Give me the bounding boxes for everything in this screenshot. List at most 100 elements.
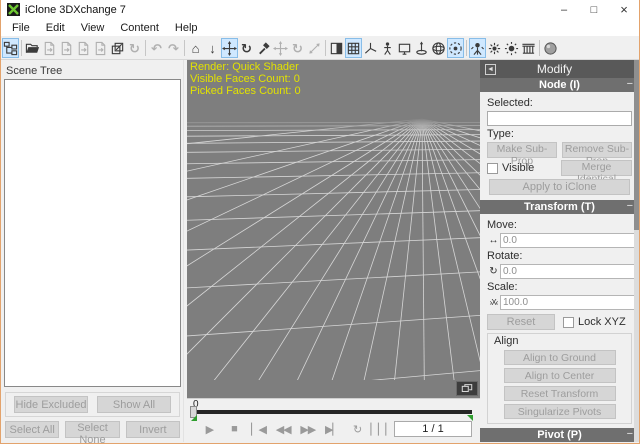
selected-node-field[interactable] xyxy=(487,111,632,126)
type-label: Type: xyxy=(487,128,632,140)
prev-frame-button[interactable]: ◀◀ xyxy=(271,423,296,436)
image-plane-icon[interactable] xyxy=(396,38,413,58)
home-view-icon[interactable]: ⌂ xyxy=(187,38,204,58)
remove-sub-prop-button[interactable]: Remove Sub-Prop xyxy=(562,142,632,158)
show-all-button[interactable]: Show All xyxy=(97,396,171,413)
redo-icon[interactable]: ↷ xyxy=(165,38,182,58)
reset-button[interactable]: Reset xyxy=(487,314,555,330)
menu-edit[interactable]: Edit xyxy=(38,20,73,36)
transform-group-label: Move: xyxy=(487,219,632,231)
lock-xyz-checkbox[interactable] xyxy=(563,317,574,328)
transform-section-header[interactable]: Transform (T) − xyxy=(480,200,639,214)
stop-button[interactable]: ■ xyxy=(222,423,247,435)
invert-button[interactable]: Invert xyxy=(126,421,180,438)
open-file-icon[interactable] xyxy=(24,38,41,58)
export-file-icon-2[interactable] xyxy=(58,38,75,58)
move-object-icon[interactable] xyxy=(272,38,289,58)
textures-icon[interactable] xyxy=(109,38,126,58)
close-button[interactable]: × xyxy=(609,0,639,19)
drop-to-ground-icon[interactable]: ↓ xyxy=(204,38,221,58)
toolbar-separator xyxy=(539,40,540,56)
maximize-button[interactable]: □ xyxy=(579,0,609,19)
reset-transform-button[interactable]: Reset Transform xyxy=(504,386,616,401)
scrollbar-thumb[interactable] xyxy=(634,60,639,230)
export-file-icon-3[interactable] xyxy=(75,38,92,58)
rotate-tool-icon[interactable]: ↻ xyxy=(238,38,255,58)
pivot-section-header[interactable]: Pivot (P) − xyxy=(480,428,639,442)
hide-excluded-button[interactable]: Hide Excluded xyxy=(14,396,88,413)
speed-button[interactable]: ▏▏▏ xyxy=(369,423,394,436)
stage-icon[interactable] xyxy=(520,38,537,58)
select-all-button[interactable]: Select All xyxy=(5,421,59,438)
menu-help[interactable]: Help xyxy=(167,20,206,36)
scale-object-icon[interactable] xyxy=(306,38,323,58)
first-frame-button[interactable]: ▏◀ xyxy=(246,423,271,436)
menu-view[interactable]: View xyxy=(73,20,113,36)
node-collapse-icon[interactable]: − xyxy=(627,78,633,90)
playback-bar: 0 ▶■▏◀◀◀▶▶▶▏↻▏▏▏1 / 1 xyxy=(187,398,480,442)
viewport-3d[interactable]: Render: Quick Shader Visible Faces Count… xyxy=(187,60,480,398)
loop-button[interactable]: ↻ xyxy=(345,423,370,436)
move-tool-icon[interactable] xyxy=(221,38,238,58)
export-file-icon-4[interactable] xyxy=(92,38,109,58)
next-frame-button[interactable]: ▶▶ xyxy=(296,423,321,436)
apply-to-iclone-button[interactable]: Apply to iClone xyxy=(489,179,630,195)
toolbar-separator xyxy=(466,40,467,56)
material-ball-icon[interactable] xyxy=(542,38,559,58)
camera-orbit-icon[interactable] xyxy=(447,38,464,58)
viewport-overlay: Render: Quick Shader Visible Faces Count… xyxy=(190,61,301,97)
rotate-object-icon[interactable]: ↻ xyxy=(289,38,306,58)
modify-panel: ◄ Modify Node (I) − Selected: Type: Make… xyxy=(480,60,639,442)
align-to-center-button[interactable]: Align to Center xyxy=(504,368,616,383)
node-section-header[interactable]: Node (I) − xyxy=(480,78,639,92)
scale-x-field[interactable] xyxy=(500,295,636,310)
menu-content[interactable]: Content xyxy=(112,20,167,36)
make-sub-prop-button[interactable]: Make Sub-Prop xyxy=(487,142,557,158)
wireframe-globe-icon[interactable] xyxy=(430,38,447,58)
frame-counter: 1 / 1 xyxy=(394,421,472,437)
background-toggle-icon[interactable] xyxy=(328,38,345,58)
transform-group-label: Scale: xyxy=(487,281,632,293)
point-light-icon[interactable] xyxy=(486,38,503,58)
toolbar-separator xyxy=(325,40,326,56)
maximize-viewport-button[interactable] xyxy=(456,381,478,396)
pivot-collapse-icon[interactable]: − xyxy=(627,428,633,440)
minimize-button[interactable]: – xyxy=(549,0,579,19)
toolbar-separator xyxy=(21,40,22,56)
pick-tool-icon[interactable] xyxy=(255,38,272,58)
update-icon[interactable]: ↻ xyxy=(126,38,143,58)
menu-file[interactable]: File xyxy=(4,20,38,36)
export-file-icon-1[interactable] xyxy=(41,38,58,58)
singularize-pivots-button[interactable]: Singularize Pivots xyxy=(504,404,616,419)
rotate-x-field[interactable] xyxy=(500,264,636,279)
selected-label: Selected: xyxy=(487,97,632,109)
dock-panel-icon[interactable]: ◄ xyxy=(485,64,496,75)
scene-tree-list[interactable] xyxy=(4,79,181,387)
picked-faces-text: Picked Faces Count: 0 xyxy=(190,85,301,97)
pivot-display-icon[interactable] xyxy=(413,38,430,58)
scale-x-spinner: ›X‹▴▾ xyxy=(487,295,639,310)
visible-checkbox[interactable] xyxy=(487,163,498,174)
align-to-ground-button[interactable]: Align to Ground xyxy=(504,350,616,365)
ground-grid xyxy=(187,60,480,380)
toolbar-separator xyxy=(184,40,185,56)
last-frame-button[interactable]: ▶▏ xyxy=(320,423,345,436)
transform-section-body: Move:↔▴▾↓▴▾↕▴▾Rotate:↻▴▾↺▴▾↻▴▾Scale:›X‹▴… xyxy=(480,214,639,428)
figure-display-icon[interactable] xyxy=(379,38,396,58)
play-button[interactable]: ▶ xyxy=(197,423,222,436)
axis-display-icon[interactable] xyxy=(362,38,379,58)
timeline-track[interactable] xyxy=(192,410,472,414)
spot-light-icon[interactable] xyxy=(469,38,486,58)
transform-collapse-icon[interactable]: − xyxy=(627,200,633,212)
scene-tree-panel: Scene Tree Hide Excluded Show All Select… xyxy=(1,60,183,442)
ambient-light-icon[interactable] xyxy=(503,38,520,58)
grid-toggle-icon[interactable] xyxy=(345,38,362,58)
align-group: Align Align to GroundAlign to CenterRese… xyxy=(487,333,632,424)
move-x-field[interactable] xyxy=(500,233,636,248)
pivot-section-title: Pivot (P) xyxy=(537,429,582,441)
merge-identical-button[interactable]: Merge Identical xyxy=(561,160,632,176)
modify-scrollbar[interactable] xyxy=(634,60,639,442)
select-none-button[interactable]: Select None xyxy=(65,421,119,438)
undo-icon[interactable]: ↶ xyxy=(148,38,165,58)
scene-tree-icon[interactable] xyxy=(2,38,19,58)
